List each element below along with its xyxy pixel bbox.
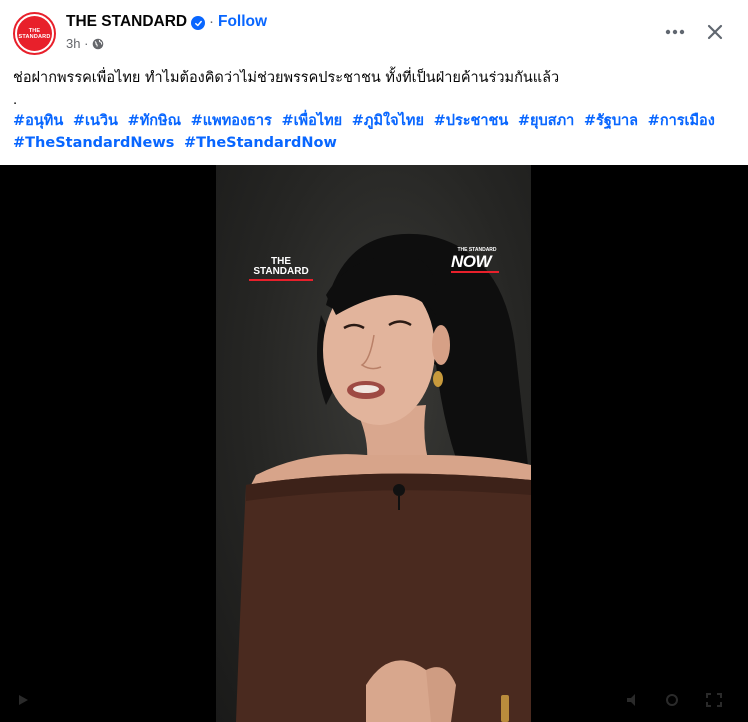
hashtag-link[interactable]: #เนวิน: [73, 113, 118, 129]
verified-badge-icon: [191, 16, 205, 30]
hashtag-link[interactable]: #แพทองธาร: [191, 113, 272, 129]
hashtag-link[interactable]: #การเมือง: [648, 113, 715, 129]
post-header: THE STANDARD THE STANDARD · Follow 3h ·: [0, 0, 748, 64]
play-icon[interactable]: [16, 693, 30, 707]
hashtag-link[interactable]: #รัฐบาล: [584, 113, 638, 129]
hashtag-list: #อนุทิน #เนวิน #ทักษิณ #แพทองธาร #เพื่อไ…: [13, 110, 738, 154]
watermark-left-bar: [249, 279, 313, 281]
hashtag-link[interactable]: #เพื่อไทย: [281, 113, 342, 129]
volume-icon[interactable]: [626, 693, 642, 707]
video-player[interactable]: THE STANDARD THE STANDARD NOW: [0, 165, 748, 722]
fullscreen-icon[interactable]: [706, 693, 722, 707]
hashtag-link[interactable]: #TheStandardNews: [13, 135, 174, 151]
watermark-standard-now: THE STANDARD NOW: [451, 247, 503, 273]
more-options-button[interactable]: [662, 20, 688, 44]
page-name-link[interactable]: THE STANDARD: [66, 13, 187, 31]
close-icon: [707, 24, 723, 40]
facebook-post: THE STANDARD THE STANDARD · Follow 3h ·: [0, 0, 748, 722]
post-meta: 3h ·: [66, 36, 104, 51]
globe-icon[interactable]: [92, 38, 104, 50]
video-frame[interactable]: THE STANDARD THE STANDARD NOW: [216, 165, 531, 722]
video-controls: [0, 689, 748, 722]
hashtag-link[interactable]: #ทักษิณ: [128, 113, 182, 129]
hashtag-link[interactable]: #ประชาชน: [434, 113, 509, 129]
settings-icon[interactable]: [664, 693, 680, 707]
page-avatar[interactable]: THE STANDARD: [13, 12, 56, 55]
hashtag-link[interactable]: #อนุทิน: [13, 113, 63, 129]
post-caption-dot: .: [13, 91, 18, 108]
avatar-logo-text: THE STANDARD: [18, 27, 51, 40]
watermark-right-now: NOW: [451, 252, 492, 271]
close-button[interactable]: [702, 19, 728, 45]
hashtag-link[interactable]: #TheStandardNow: [184, 135, 337, 151]
hashtag-link[interactable]: #ภูมิใจไทย: [352, 113, 424, 129]
more-horiz-icon: [665, 29, 685, 35]
watermark-left-line2: STANDARD: [253, 266, 309, 277]
follow-button[interactable]: Follow: [218, 13, 267, 31]
header-separator: ·: [209, 13, 214, 30]
watermark-right-bar: [451, 271, 499, 273]
hashtag-link[interactable]: #ยุบสภา: [518, 113, 574, 129]
post-timestamp[interactable]: 3h ·: [66, 36, 88, 51]
watermark-the-standard: THE STANDARD: [249, 257, 313, 281]
post-caption: ช่อฝากพรรคเพื่อไทย ทำไมต้องคิดว่าไม่ช่วย…: [13, 70, 560, 86]
avatar-logo: THE STANDARD: [17, 16, 52, 51]
